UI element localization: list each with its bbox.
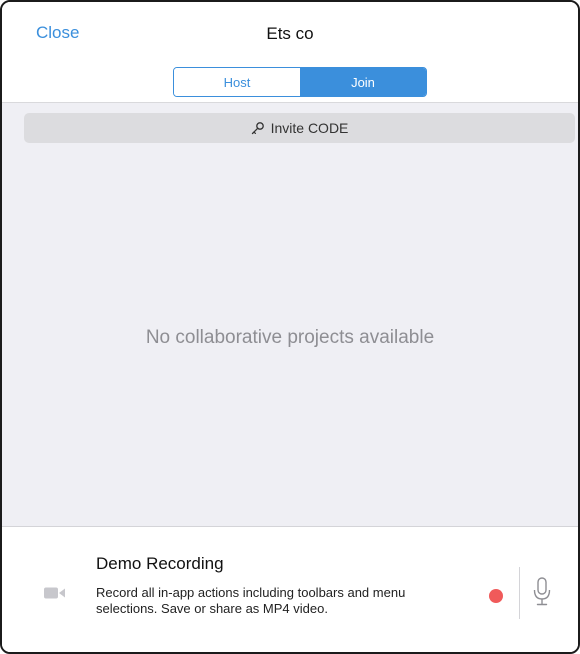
segment-host[interactable]: Host xyxy=(174,68,300,96)
key-icon xyxy=(251,121,265,135)
invite-code-label: Invite CODE xyxy=(270,120,349,136)
recording-description: Record all in-app actions including tool… xyxy=(96,585,406,616)
recording-title: Demo Recording xyxy=(96,554,224,573)
dialog-title: Ets co xyxy=(266,24,314,43)
separator xyxy=(519,567,520,619)
demo-recording-panel: Demo Recording Record all in-app actions… xyxy=(2,526,578,652)
segment-join[interactable]: Join xyxy=(300,68,426,96)
host-join-segmented-control: Host Join xyxy=(173,67,427,97)
navigation-bar: Close Ets co Host Join xyxy=(2,2,578,103)
empty-state-message: No collaborative projects available xyxy=(145,327,435,348)
projects-content: Invite CODE No collaborative projects av… xyxy=(2,103,578,526)
collaboration-dialog: Close Ets co Host Join Invite CODE No co… xyxy=(0,0,580,654)
video-camera-icon xyxy=(44,586,66,605)
microphone-icon[interactable] xyxy=(533,577,551,612)
record-dot-icon[interactable] xyxy=(489,589,503,603)
invite-code-button[interactable]: Invite CODE xyxy=(24,113,575,143)
